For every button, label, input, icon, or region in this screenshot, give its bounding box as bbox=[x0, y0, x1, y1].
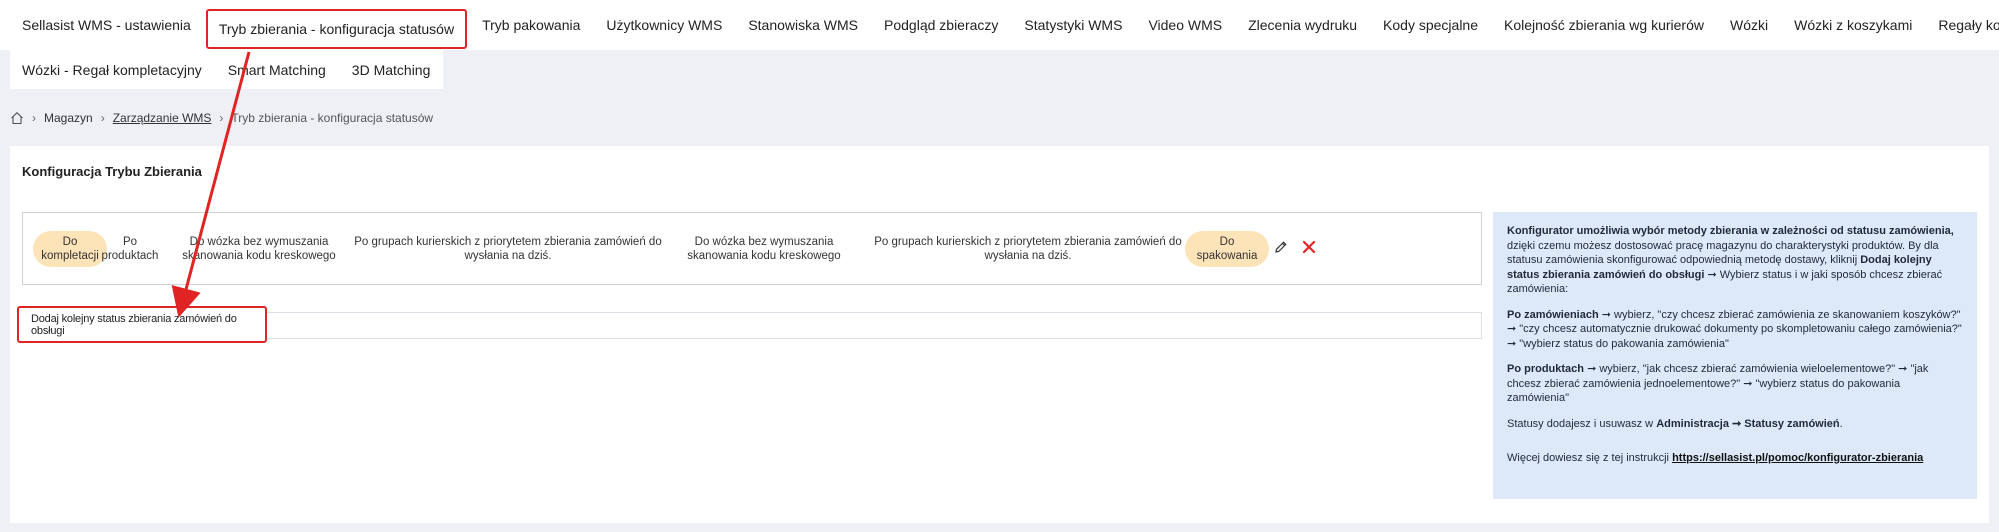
info-paragraph-2: Po zamówieniach ➞ wybierz, "czy chcesz z… bbox=[1507, 308, 1963, 352]
edit-icon[interactable] bbox=[1271, 237, 1291, 257]
info-by-orders-bold: Po zamówieniach bbox=[1507, 308, 1599, 321]
info-intro-bold: Konfigurator umożliwia wybór metody zbie… bbox=[1507, 225, 1954, 237]
card-title: Konfiguracja Trybu Zbierania bbox=[22, 164, 202, 179]
tab-picking-mode-config[interactable]: Tryb zbierania - konfiguracja statusów bbox=[205, 9, 468, 49]
cart-option-label: Do wózka bez wymuszania skanowania kodu … bbox=[182, 235, 336, 262]
tab-print-orders[interactable]: Zlecenia wydruku bbox=[1235, 0, 1370, 50]
info-statuses-text: Statusy dodajesz i usuwasz w bbox=[1507, 417, 1657, 430]
picking-method-label: Po produktach bbox=[101, 235, 159, 262]
delete-icon[interactable] bbox=[1299, 237, 1319, 257]
info-paragraph-5: Więcej dowiesz się z tej instrukcji http… bbox=[1507, 451, 1963, 466]
courier-group-option-label: Po grupach kurierskich z priorytetem zbi… bbox=[354, 235, 662, 262]
tab-wms-statistics[interactable]: Statystyki WMS bbox=[1011, 0, 1135, 50]
info-instruction-link[interactable]: https://sellasist.pl/pomoc/konfigurator-… bbox=[1672, 452, 1923, 464]
tab-courier-order[interactable]: Kolejność zbierania wg kurierów bbox=[1491, 0, 1717, 50]
info-more-text: Więcej dowiesz się z tej instrukcji bbox=[1507, 452, 1673, 464]
cart-option: Do wózka bez wymuszania skanowania kodu … bbox=[669, 213, 859, 284]
status-pill-label: Do spakowania bbox=[1185, 230, 1269, 267]
info-by-products-bold: Po produktach bbox=[1507, 363, 1585, 375]
tab-cart-picking-rack[interactable]: Wózki - Regał kompletacyjny bbox=[10, 50, 215, 89]
picking-method: Po produktach bbox=[101, 213, 159, 284]
cart-option: Do wózka bez wymuszania skanowania kodu … bbox=[169, 213, 349, 284]
tabs-row-1: Sellasist WMS - ustawienia Tryb zbierani… bbox=[0, 0, 1999, 50]
tab-carts-with-baskets[interactable]: Wózki z koszykami bbox=[1781, 0, 1925, 50]
breadcrumb-item-magazyn[interactable]: Magazyn bbox=[44, 111, 93, 125]
chevron-right-icon: › bbox=[219, 111, 224, 125]
status-pill-to-complete: Do kompletacji bbox=[33, 213, 107, 284]
tab-smart-matching[interactable]: Smart Matching bbox=[215, 50, 339, 89]
info-statuses-end: . bbox=[1839, 417, 1843, 430]
breadcrumb: › Magazyn › Zarządzanie WMS › Tryb zbier… bbox=[10, 108, 433, 128]
tab-special-codes[interactable]: Kody specjalne bbox=[1370, 0, 1491, 50]
row-actions bbox=[1271, 237, 1319, 257]
breadcrumb-current: Tryb zbierania - konfiguracja statusów bbox=[231, 111, 434, 125]
status-pill-label: Do kompletacji bbox=[33, 230, 107, 267]
tab-wms-stations[interactable]: Stanowiska WMS bbox=[735, 0, 871, 50]
tabs-nav: Sellasist WMS - ustawienia Tryb zbierani… bbox=[0, 0, 1999, 89]
picking-config-card: Konfiguracja Trybu Zbierania Do kompleta… bbox=[10, 146, 1989, 523]
add-status-row: Dodaj kolejny status zbierania zamówień … bbox=[17, 306, 1482, 343]
tab-3d-matching[interactable]: 3D Matching bbox=[339, 50, 444, 89]
cart-option-label: Do wózka bez wymuszania skanowania kodu … bbox=[687, 235, 841, 262]
home-icon[interactable] bbox=[10, 111, 24, 125]
status-pill-to-pack: Do spakowania bbox=[1185, 213, 1269, 284]
tab-carts[interactable]: Wózki bbox=[1717, 0, 1781, 50]
info-statuses-bold: Administracja ➞ Statusy zamówień bbox=[1656, 417, 1840, 430]
courier-group-option-label: Po grupach kurierskich z priorytetem zbi… bbox=[874, 235, 1182, 262]
tab-sellasist-wms-settings[interactable]: Sellasist WMS - ustawienia bbox=[0, 0, 204, 50]
tab-packing-mode[interactable]: Tryb pakowania bbox=[469, 0, 593, 50]
tab-picking-racks[interactable]: Regały kompletacyjne bbox=[1925, 0, 1999, 50]
courier-group-option: Po grupach kurierskich z priorytetem zbi… bbox=[353, 213, 663, 284]
info-paragraph-1: Konfigurator umożliwia wybór metody zbie… bbox=[1507, 224, 1963, 297]
tab-video-wms[interactable]: Video WMS bbox=[1135, 0, 1235, 50]
chevron-right-icon: › bbox=[32, 111, 36, 125]
tab-wms-users[interactable]: Użytkownicy WMS bbox=[593, 0, 735, 50]
info-panel: Konfigurator umożliwia wybór metody zbie… bbox=[1493, 212, 1977, 499]
status-config-row: Do kompletacji Po produktach Do wózka be… bbox=[22, 212, 1482, 285]
courier-group-option: Po grupach kurierskich z priorytetem zbi… bbox=[873, 213, 1183, 284]
info-paragraph-4: Statusy dodajesz i usuwasz w Administrac… bbox=[1507, 417, 1963, 432]
add-status-button[interactable]: Dodaj kolejny status zbierania zamówień … bbox=[17, 306, 267, 343]
breadcrumb-item-wms-management[interactable]: Zarządzanie WMS bbox=[113, 111, 212, 125]
info-paragraph-3: Po produktach ➞ wybierz, "jak chcesz zbi… bbox=[1507, 362, 1963, 406]
chevron-right-icon: › bbox=[100, 111, 105, 125]
tabs-row-2: Wózki - Regał kompletacyjny Smart Matchi… bbox=[10, 50, 444, 89]
tab-pickers-preview[interactable]: Podgląd zbieraczy bbox=[871, 0, 1011, 50]
